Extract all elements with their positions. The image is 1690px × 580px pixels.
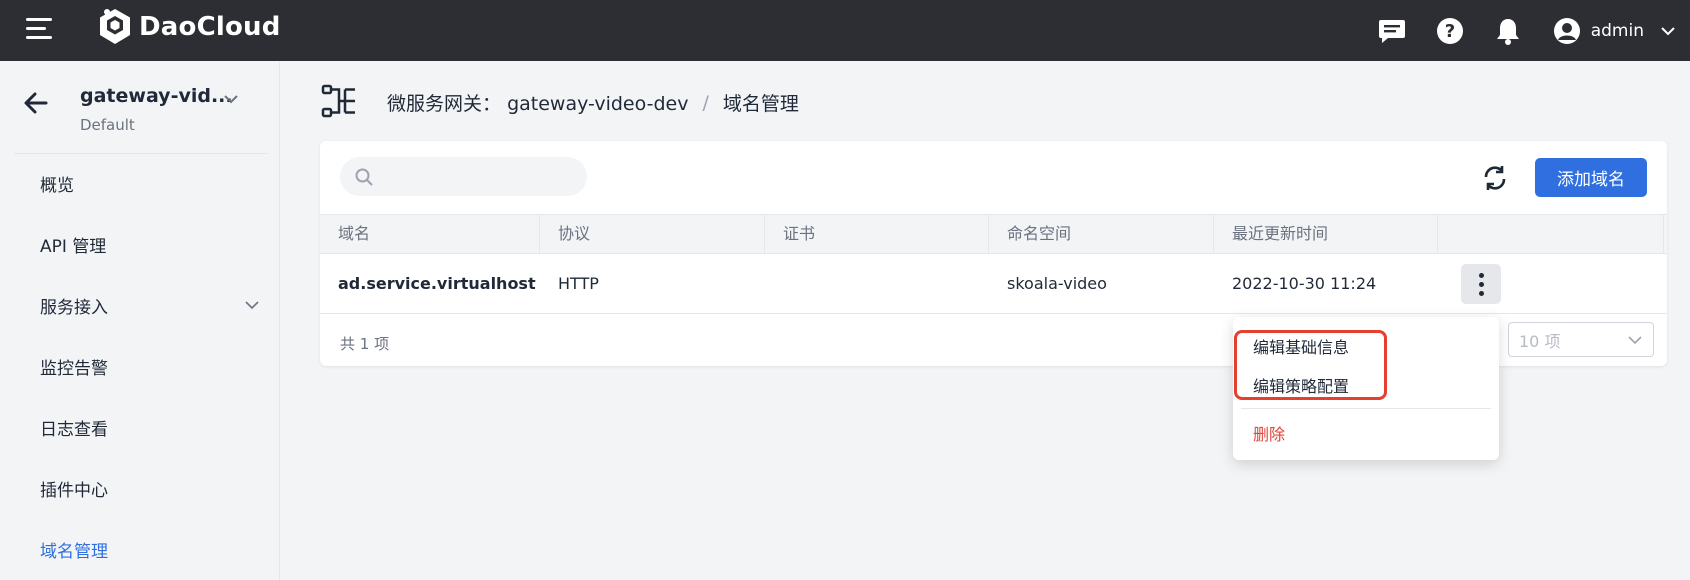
cell-protocol: HTTP xyxy=(558,274,599,293)
column-header-namespace[interactable]: 命名空间 xyxy=(989,215,1214,253)
more-actions-icon[interactable] xyxy=(1461,264,1501,304)
gateway-selector[interactable]: gateway-vid... xyxy=(80,85,233,107)
chevron-down-icon xyxy=(1628,336,1642,345)
sidebar-item-plugins[interactable]: 插件中心 xyxy=(0,458,280,519)
sidebar-item-domains[interactable]: 域名管理 xyxy=(0,519,280,580)
sidebar-item-label: 域名管理 xyxy=(40,542,108,562)
chevron-down-icon xyxy=(245,301,259,310)
breadcrumb-current: 域名管理 xyxy=(722,93,799,115)
column-header-actions xyxy=(1438,215,1664,253)
sidebar: gateway-vid... Default 概览 API 管理 服务接入 监控… xyxy=(0,61,280,580)
menu-item-delete[interactable]: 删除 xyxy=(1253,421,1285,445)
refresh-icon[interactable] xyxy=(1480,163,1510,193)
svg-text:?: ? xyxy=(1444,21,1454,42)
search-input[interactable] xyxy=(382,158,582,195)
user-icon xyxy=(1553,17,1580,44)
sidebar-item-label: 日志查看 xyxy=(40,420,108,440)
row-actions-menu: 编辑基础信息 编辑策略配置 删除 xyxy=(1233,317,1499,460)
logo[interactable]: DaoCloud xyxy=(97,8,281,46)
top-bar: DaoCloud ? admin xyxy=(0,0,1690,61)
column-header-updated[interactable]: 最近更新时间 xyxy=(1214,215,1438,253)
divider xyxy=(1241,408,1491,409)
chevron-down-icon[interactable] xyxy=(222,90,240,108)
table-row: ad.service.virtualhost HTTP skoala-video… xyxy=(320,254,1667,314)
menu-item-edit-policy[interactable]: 编辑策略配置 xyxy=(1253,373,1349,397)
sidebar-item-label: API 管理 xyxy=(40,237,107,257)
sidebar-item-overview[interactable]: 概览 xyxy=(0,153,280,214)
menu-item-edit-basic[interactable]: 编辑基础信息 xyxy=(1253,334,1349,358)
user-menu[interactable]: admin xyxy=(1553,17,1676,45)
column-header-certificate[interactable]: 证书 xyxy=(765,215,989,253)
user-name: admin xyxy=(1590,20,1644,41)
search-icon xyxy=(355,168,373,186)
column-header-domain[interactable]: 域名 xyxy=(320,215,540,253)
sidebar-item-label: 概览 xyxy=(40,176,74,196)
breadcrumb-gateway[interactable]: 微服务网关： gateway-video-dev xyxy=(387,89,688,116)
table-header: 域名 协议 证书 命名空间 最近更新时间 xyxy=(320,214,1667,254)
sidebar-nav: 概览 API 管理 服务接入 监控告警 日志查看 插件中心 域名管理 xyxy=(0,153,280,580)
search-box[interactable] xyxy=(340,157,587,196)
menu-icon[interactable] xyxy=(26,18,52,40)
cell-domain[interactable]: ad.service.virtualhost xyxy=(320,254,536,313)
help-icon[interactable]: ? xyxy=(1435,16,1465,46)
column-header-protocol[interactable]: 协议 xyxy=(540,215,765,253)
total-count: 共 1 项 xyxy=(340,335,390,353)
bell-icon[interactable] xyxy=(1493,16,1523,46)
sidebar-item-label: 服务接入 xyxy=(40,298,108,318)
page-size-value: 10 项 xyxy=(1519,331,1561,351)
sidebar-item-label: 插件中心 xyxy=(40,481,108,501)
breadcrumb: 微服务网关： gateway-video-dev / 域名管理 xyxy=(387,89,799,116)
breadcrumb-separator: / xyxy=(702,91,709,114)
add-domain-button[interactable]: 添加域名 xyxy=(1535,158,1647,197)
daocloud-logo-icon xyxy=(100,9,130,44)
breadcrumb-parent: 微服务网关： xyxy=(387,93,502,115)
page-size-select[interactable]: 10 项 xyxy=(1508,322,1654,357)
sidebar-item-label: 监控告警 xyxy=(40,359,108,379)
cell-certificate xyxy=(765,254,783,313)
sidebar-item-api[interactable]: API 管理 xyxy=(0,214,280,275)
sidebar-item-monitoring[interactable]: 监控告警 xyxy=(0,336,280,397)
cell-namespace: skoala-video xyxy=(1007,274,1107,293)
cell-updated: 2022-10-30 11:24 xyxy=(1232,274,1377,293)
message-icon[interactable] xyxy=(1377,16,1407,46)
sidebar-item-service-access[interactable]: 服务接入 xyxy=(0,275,280,336)
brand-name: DaoCloud xyxy=(139,12,281,42)
chevron-down-icon xyxy=(1661,26,1675,35)
gateway-namespace: Default xyxy=(80,116,135,134)
breadcrumb-gateway-name: gateway-video-dev xyxy=(507,93,689,115)
sidebar-item-logs[interactable]: 日志查看 xyxy=(0,397,280,458)
microservice-gateway-icon xyxy=(321,84,355,118)
back-arrow-icon[interactable] xyxy=(22,89,50,117)
